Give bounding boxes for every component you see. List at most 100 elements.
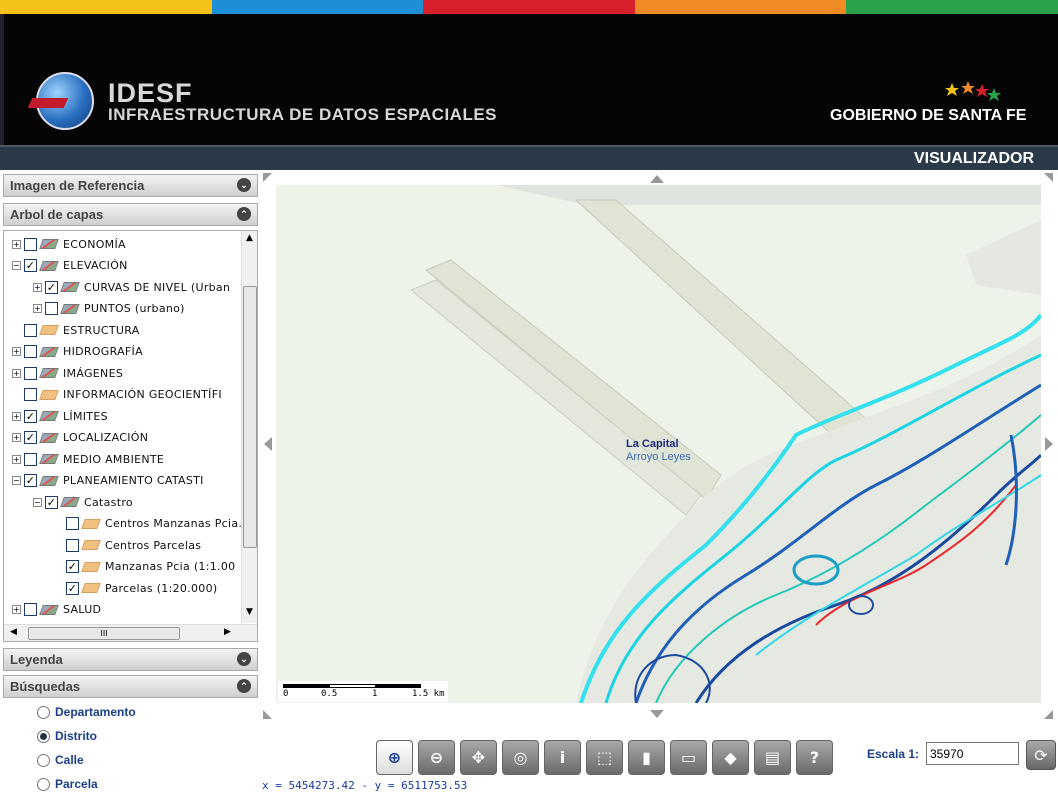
expand-node-icon[interactable]: + — [33, 282, 42, 292]
layer-checkbox[interactable]: ✓ — [66, 560, 79, 573]
expand-node-icon[interactable]: + — [12, 454, 21, 464]
reference-panel-header[interactable]: Imagen de Referencia ⌄ — [3, 174, 258, 197]
pan-tool[interactable]: ✥ — [460, 740, 497, 775]
layer-label: SALUD — [63, 603, 102, 616]
layer-row[interactable]: + ✓ CURVAS DE NIVEL (Urban — [33, 278, 230, 296]
layer-row[interactable]: INFORMACIÓN GEOCIENTÍFI — [12, 386, 222, 404]
pan-southwest-icon[interactable] — [263, 710, 272, 719]
pan-north-icon[interactable] — [650, 175, 664, 183]
measure-tool[interactable]: ▮ — [628, 740, 665, 775]
expand-node-icon[interactable]: + — [12, 368, 21, 378]
print-tool[interactable]: ▤ — [754, 740, 791, 775]
horizontal-scroll-thumb[interactable]: III — [28, 627, 180, 640]
search-option[interactable]: Calle — [37, 753, 84, 767]
collapse-node-icon[interactable]: − — [12, 261, 21, 270]
help-tool[interactable]: ? — [796, 740, 833, 775]
refresh-icon[interactable]: ⟳ — [1026, 740, 1056, 770]
expand-node-icon[interactable]: + — [12, 433, 21, 442]
scale-input[interactable] — [926, 742, 1019, 765]
search-option[interactable]: Departamento — [37, 705, 136, 719]
layer-icon — [39, 260, 59, 271]
layer-checkbox[interactable] — [45, 302, 58, 315]
scroll-right-icon[interactable]: ▶ — [224, 627, 231, 637]
radio-button[interactable] — [37, 753, 50, 767]
identify-tool[interactable]: i — [544, 740, 581, 775]
layer-row[interactable]: + ✓ LOCALIZACIÓN — [12, 429, 148, 447]
layer-checkbox[interactable] — [24, 603, 37, 616]
polygon-layer-icon — [81, 561, 101, 572]
layer-row[interactable]: + MEDIO AMBIENTE — [12, 450, 164, 468]
layer-row[interactable]: Centros Parcelas — [54, 536, 201, 554]
layer-checkbox[interactable] — [24, 323, 37, 337]
map-canvas[interactable]: La Capital Arroyo Leyes 0 0.5 1 1.5 km — [276, 185, 1041, 703]
expand-node-icon[interactable]: + — [33, 304, 42, 313]
layer-row[interactable]: − ✓ Catastro — [33, 493, 133, 511]
collapse-node-icon[interactable]: − — [12, 476, 21, 485]
layer-icon — [39, 454, 59, 464]
layer-checkbox[interactable]: ✓ — [66, 581, 79, 595]
radio-button[interactable] — [37, 777, 50, 791]
vertical-scroll-thumb[interactable] — [243, 286, 257, 548]
collapse-icon[interactable]: ⌃ — [237, 679, 251, 693]
layer-row[interactable]: ✓ Manzanas Pcia (1:1.00 — [54, 558, 235, 576]
scroll-down-icon[interactable]: ▼ — [246, 607, 253, 617]
search-panel-header[interactable]: Búsquedas ⌃ — [3, 675, 258, 698]
layer-checkbox[interactable] — [24, 237, 37, 251]
layer-row[interactable]: + HIDROGRAFÍA — [12, 343, 143, 361]
scroll-left-icon[interactable]: ◀ — [10, 627, 17, 637]
layer-checkbox[interactable] — [24, 366, 37, 380]
scale-tool[interactable]: ▭ — [670, 740, 707, 775]
layer-row[interactable]: ✓ Parcelas (1:20.000) — [54, 579, 217, 597]
expand-node-icon[interactable]: + — [12, 239, 21, 249]
layer-row[interactable]: + SALUD — [12, 601, 101, 619]
layer-checkbox[interactable] — [66, 517, 79, 530]
layer-row[interactable]: − ✓ ELEVACIÓN — [12, 257, 128, 275]
expand-node-icon[interactable]: + — [12, 411, 21, 421]
pan-northwest-icon[interactable] — [263, 173, 272, 182]
pan-east-icon[interactable] — [1045, 437, 1053, 451]
legend-panel-header[interactable]: Leyenda ⌄ — [3, 648, 258, 671]
horizontal-scrollbar[interactable]: ◀ III ▶ — [4, 624, 257, 641]
layer-row[interactable]: + ECONOMÍA — [12, 235, 126, 253]
pan-south-icon[interactable] — [650, 710, 664, 718]
expand-icon[interactable]: ⌄ — [237, 178, 251, 192]
layer-checkbox[interactable]: ✓ — [45, 495, 58, 509]
zoom-in-tool[interactable]: ⊕ — [376, 740, 413, 775]
layers-panel-header[interactable]: Arbol de capas ⌃ — [3, 203, 258, 226]
layer-row[interactable]: + PUNTOS (urbano) — [33, 300, 185, 318]
layer-checkbox[interactable]: ✓ — [24, 259, 37, 272]
layer-checkbox[interactable] — [24, 345, 37, 358]
pan-northeast-icon[interactable] — [1044, 173, 1053, 182]
pan-southeast-icon[interactable] — [1044, 710, 1053, 719]
area-tool[interactable]: ◆ — [712, 740, 749, 775]
layer-checkbox[interactable] — [24, 452, 37, 466]
scroll-up-icon[interactable]: ▲ — [246, 233, 253, 243]
layer-row[interactable]: − ✓ PLANEAMIENTO CATASTI — [12, 472, 204, 490]
expand-icon[interactable]: ⌄ — [237, 652, 251, 666]
collapse-node-icon[interactable]: − — [33, 497, 42, 507]
expand-node-icon[interactable]: + — [12, 605, 21, 614]
layer-row[interactable]: + IMÁGENES — [12, 364, 123, 382]
stripe-segment — [0, 0, 212, 14]
radio-button[interactable] — [37, 705, 50, 719]
zoom-out-tool[interactable]: ⊖ — [418, 740, 455, 775]
radio-button[interactable] — [37, 729, 50, 743]
layer-row[interactable]: ESTRUCTURA — [12, 321, 140, 339]
layer-row[interactable]: + ✓ LÍMITES — [12, 407, 108, 425]
layer-checkbox[interactable]: ✓ — [24, 431, 37, 444]
search-option[interactable]: Parcela — [37, 777, 98, 791]
pan-west-icon[interactable] — [264, 437, 272, 451]
layer-checkbox[interactable]: ✓ — [24, 474, 37, 487]
vertical-scrollbar[interactable]: ▲ ▼ — [241, 231, 257, 623]
search-option[interactable]: Distrito — [37, 729, 97, 743]
expand-node-icon[interactable]: + — [12, 347, 21, 356]
layer-checkbox[interactable]: ✓ — [24, 409, 37, 423]
collapse-icon[interactable]: ⌃ — [237, 207, 251, 221]
area-icon: ◆ — [724, 748, 737, 767]
layer-checkbox[interactable]: ✓ — [45, 280, 58, 294]
layer-row[interactable]: Centros Manzanas Pcia. — [54, 515, 242, 533]
layer-checkbox[interactable] — [24, 388, 37, 401]
layer-checkbox[interactable] — [66, 538, 79, 552]
select-info-tool[interactable]: ⬚ — [586, 740, 623, 775]
full-extent-tool[interactable]: ◎ — [502, 740, 539, 775]
